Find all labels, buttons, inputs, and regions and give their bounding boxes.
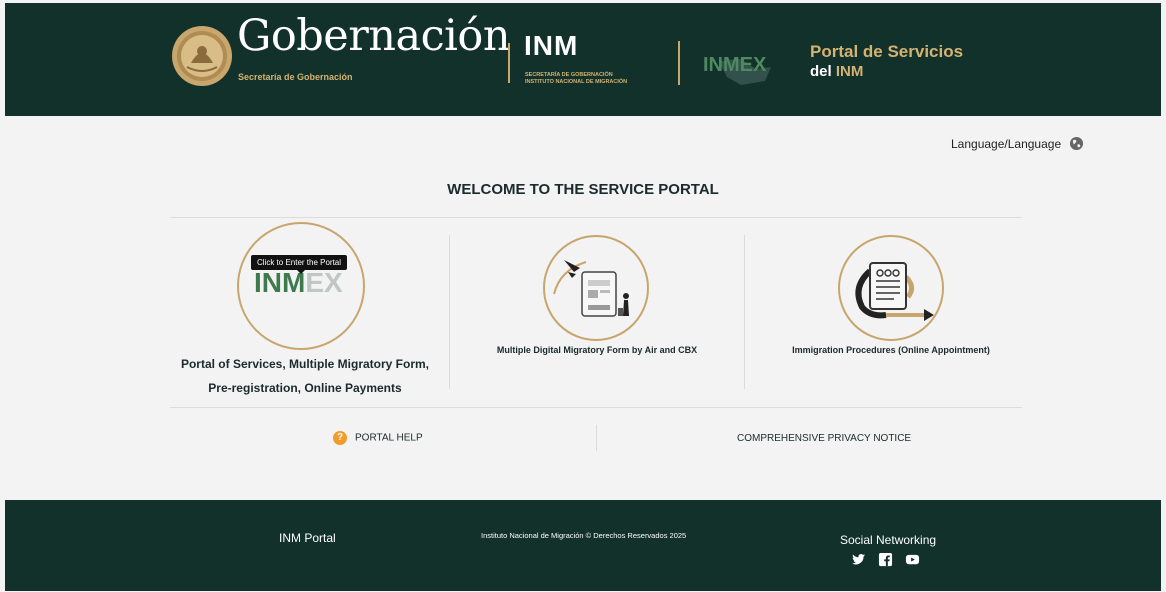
gobernacion-title[interactable]: Gobernación [237, 15, 511, 58]
airplane-form-icon [553, 260, 629, 317]
card-label-line2: Pre-registration, Online Payments [208, 381, 402, 395]
footer-inm-portal-link[interactable]: INM Portal [279, 531, 336, 545]
globe-icon[interactable] [1069, 136, 1084, 151]
social-icons [851, 552, 920, 567]
privacy-notice-link[interactable]: COMPREHENSIVE PRIVACY NOTICE [737, 433, 911, 444]
column-divider [744, 235, 745, 389]
inmex-card-logo-ex: EX [305, 267, 343, 298]
inmex-logo-text: INMEX [703, 54, 767, 76]
inm-subtitle-line1: SECRETARÍA DE GOBERNACIÓN [525, 72, 613, 78]
header-divider [508, 43, 510, 83]
column-divider [449, 235, 450, 389]
inm-subtitle-line2: INSTITUTO NACIONAL DE MIGRACIÓN [525, 78, 628, 85]
header-divider [678, 41, 680, 85]
site-header: Gobernación Secretaría de Gobernación IN… [5, 3, 1161, 116]
page: Gobernación Secretaría de Gobernación IN… [5, 3, 1161, 591]
footer-social-title: Social Networking [840, 533, 937, 547]
portal-help-label: PORTAL HELP [355, 432, 423, 444]
divider-top [170, 217, 1022, 218]
twitter-icon[interactable] [851, 552, 866, 567]
site-footer: INM Portal Instituto Nacional de Migraci… [5, 500, 1161, 591]
help-icon: ? [333, 431, 347, 445]
inmex-logo-icon[interactable]: INMEX [701, 39, 791, 89]
appointment-document-icon [855, 262, 934, 321]
gobernacion-subtitle: Secretaría de Gobernación [238, 72, 353, 82]
enter-portal-tooltip: Click to Enter the Portal [251, 255, 348, 274]
portal-help-link[interactable]: ? PORTAL HELP [333, 431, 423, 445]
language-selector[interactable]: Language/Language [951, 137, 1061, 151]
divider-bottom [170, 407, 1022, 408]
inm-subtitle: SECRETARÍA DE GOBERNACIÓN INSTITUTO NACI… [525, 72, 627, 86]
mexico-seal-icon [172, 26, 232, 86]
card-label-immigration-procedures[interactable]: Immigration Procedures (Online Appointme… [755, 345, 1027, 355]
card-label-portal-services[interactable]: Portal of Services, Multiple Migratory F… [179, 352, 431, 400]
footer-copyright: Instituto Nacional de Migración © Derech… [481, 531, 687, 540]
youtube-icon[interactable] [905, 552, 920, 567]
welcome-heading: WELCOME TO THE SERVICE PORTAL [447, 181, 719, 198]
card-label-line1: Portal of Services, Multiple Migratory F… [180, 357, 430, 371]
portal-subtitle-inm: INM [835, 63, 864, 80]
portal-title: Portal de Servicios [810, 42, 964, 61]
portal-subtitle-prefix: del [810, 63, 832, 80]
facebook-icon[interactable] [878, 552, 893, 567]
inm-logo[interactable]: INM [524, 32, 578, 60]
portal-subtitle: del INM [810, 63, 863, 80]
links-divider [596, 425, 597, 451]
card-label-migratory-form[interactable]: Multiple Digital Migratory Form by Air a… [457, 345, 737, 355]
